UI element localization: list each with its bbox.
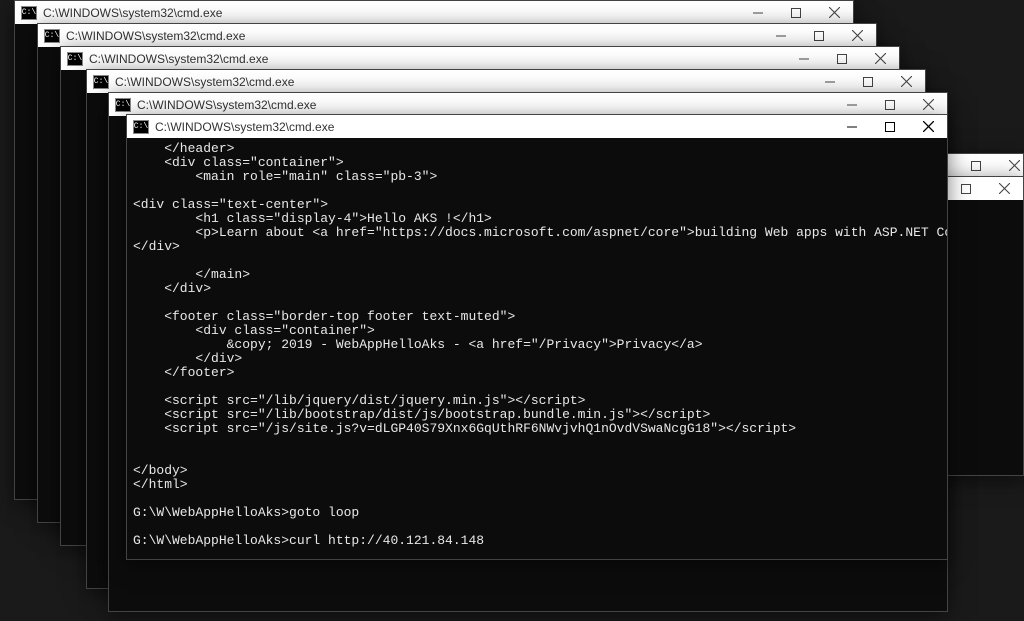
close-button[interactable] [887,70,925,93]
close-button[interactable] [995,154,1024,177]
terminal-body[interactable] [938,200,1023,475]
maximize-button[interactable] [777,1,815,24]
close-button[interactable] [909,115,947,138]
minimize-button[interactable] [785,47,823,70]
maximize-button[interactable] [871,93,909,116]
minimize-button[interactable] [762,24,800,47]
window-title: C:\WINDOWS\system32\cmd.exe [137,98,833,112]
terminal-output[interactable]: </header> <div class="container"> <main … [127,138,947,559]
titlebar[interactable]: C:\ C:\WINDOWS\system32\cmd.exe [15,1,853,24]
cmd-icon: C:\ [133,120,149,134]
maximize-button[interactable] [947,177,985,200]
cmd-window[interactable] [937,176,1024,476]
titlebar[interactable]: C:\ C:\WINDOWS\system32\cmd.exe [87,70,925,93]
minimize-button[interactable] [811,70,849,93]
titlebar[interactable] [938,177,1023,200]
window-title: C:\WINDOWS\system32\cmd.exe [89,52,785,66]
titlebar[interactable]: C:\ C:\WINDOWS\system32\cmd.exe [38,24,876,47]
close-button[interactable] [815,1,853,24]
window-title: C:\WINDOWS\system32\cmd.exe [66,29,762,43]
cmd-icon: C:\ [44,29,60,43]
maximize-button[interactable] [871,115,909,138]
cmd-icon: C:\ [21,6,37,20]
cmd-icon: C:\ [93,75,109,89]
close-button[interactable] [909,93,947,116]
close-button[interactable] [838,24,876,47]
cmd-icon: C:\ [67,52,83,66]
close-button[interactable] [985,177,1023,200]
cmd-window-active[interactable]: C:\ C:\WINDOWS\system32\cmd.exe </header… [126,114,948,560]
window-title: C:\WINDOWS\system32\cmd.exe [115,75,811,89]
cmd-icon: C:\ [115,98,131,112]
close-button[interactable] [861,47,899,70]
minimize-button[interactable] [833,115,871,138]
titlebar[interactable]: C:\ C:\WINDOWS\system32\cmd.exe [61,47,899,70]
minimize-button[interactable] [833,93,871,116]
window-title: C:\WINDOWS\system32\cmd.exe [43,6,739,20]
minimize-button[interactable] [739,1,777,24]
maximize-button[interactable] [800,24,838,47]
maximize-button[interactable] [957,154,995,177]
window-title: C:\WINDOWS\system32\cmd.exe [155,120,833,134]
maximize-button[interactable] [823,47,861,70]
titlebar[interactable]: C:\ C:\WINDOWS\system32\cmd.exe [127,115,947,138]
maximize-button[interactable] [849,70,887,93]
titlebar[interactable]: C:\ C:\WINDOWS\system32\cmd.exe [109,93,947,116]
